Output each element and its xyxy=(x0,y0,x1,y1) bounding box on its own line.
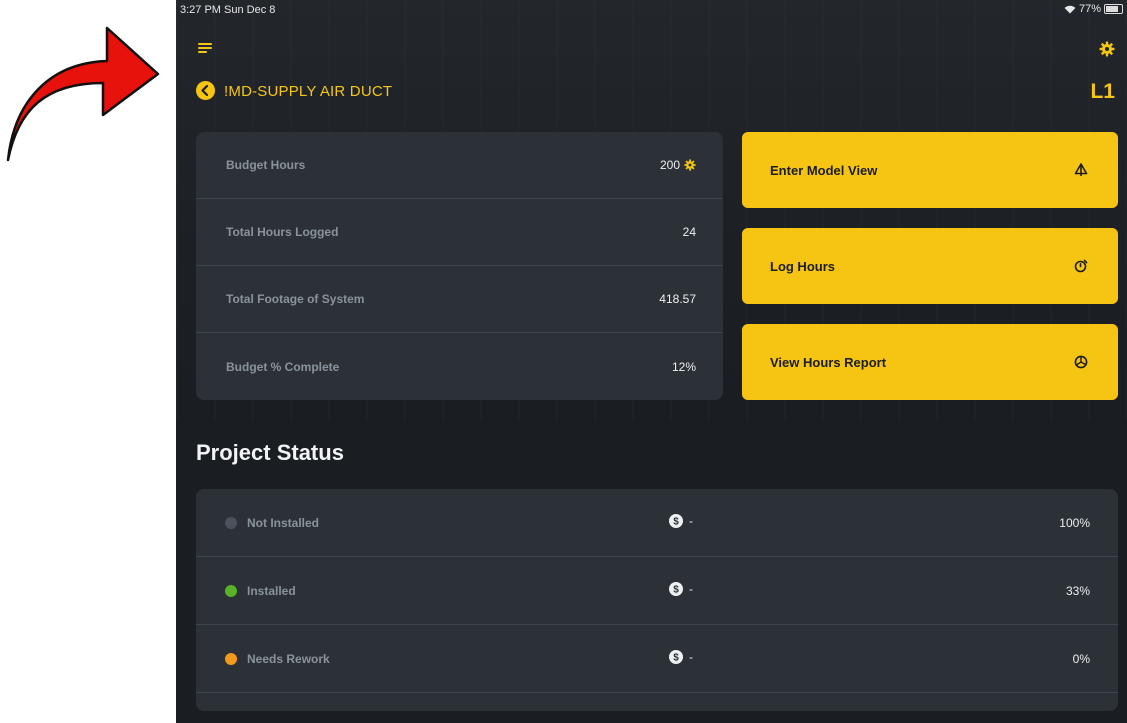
stat-label: Budget Hours xyxy=(226,158,306,172)
stat-budget-complete: Budget % Complete 12% xyxy=(196,333,723,400)
enter-model-view-button[interactable]: Enter Model View xyxy=(742,132,1118,208)
status-time: 3:27 PM Sun Dec 8 xyxy=(180,4,276,16)
status-percent: 33% xyxy=(1065,584,1090,598)
project-status-card: Not Installed $ - 100% Installed $ - 33% xyxy=(196,489,1118,711)
svg-text:$: $ xyxy=(673,653,679,664)
status-indicators: 77% xyxy=(1064,3,1123,15)
button-label: View Hours Report xyxy=(770,354,887,370)
level-badge: L1 xyxy=(1090,80,1115,103)
model-view-icon xyxy=(1074,163,1088,176)
status-label: Installed xyxy=(247,584,296,598)
battery-icon xyxy=(1104,4,1123,14)
status-label: Not Installed xyxy=(247,516,320,530)
stat-label: Total Hours Logged xyxy=(226,225,339,239)
dollar-icon: $ xyxy=(669,514,683,528)
stat-budget-hours: Budget Hours 200 xyxy=(196,132,723,199)
budget-hours-value: 200 xyxy=(659,158,680,172)
status-cost: $ - xyxy=(669,650,693,664)
edit-budget-gear-icon[interactable] xyxy=(684,159,696,171)
stat-label: Budget % Complete xyxy=(226,359,340,374)
wifi-icon xyxy=(1064,5,1076,13)
stat-label: Total Footage of System xyxy=(226,292,365,306)
cost-value: - xyxy=(689,650,693,664)
report-chart-icon xyxy=(1074,355,1088,369)
status-percent: 100% xyxy=(1059,516,1090,530)
app-screen: 3:27 PM Sun Dec 8 77% !MD-SUPPLY AIR DUC… xyxy=(176,0,1127,723)
battery-percent: 77% xyxy=(1078,3,1101,15)
stat-value: 24 xyxy=(682,225,696,239)
button-label: Log Hours xyxy=(770,258,835,274)
cost-value: - xyxy=(689,514,693,528)
stat-value: 418.57 xyxy=(659,292,696,306)
button-label: Enter Model View xyxy=(770,162,878,178)
log-hours-button[interactable]: Log Hours xyxy=(742,228,1118,304)
status-row-installed[interactable]: Installed $ - 33% xyxy=(196,557,1118,625)
status-dot-orange-icon xyxy=(225,653,237,665)
dollar-icon: $ xyxy=(669,582,683,596)
project-status-title: Project Status xyxy=(196,440,344,465)
status-dot-green-icon xyxy=(225,585,237,597)
budget-stats-card: Budget Hours 200 Total Hours Logged 24 T… xyxy=(196,132,723,400)
stat-value: 200 xyxy=(660,158,696,172)
gear-icon[interactable] xyxy=(1099,41,1115,57)
stat-total-footage: Total Footage of System 418.57 xyxy=(196,266,723,333)
title-bar: !MD-SUPPLY AIR DUCT L1 xyxy=(176,76,1127,106)
view-hours-report-button[interactable]: View Hours Report xyxy=(742,324,1118,400)
annotation-arrow xyxy=(6,26,160,162)
status-percent: 0% xyxy=(1072,652,1090,666)
status-dot-gray-icon xyxy=(225,517,237,529)
page-title: !MD-SUPPLY AIR DUCT xyxy=(224,83,393,100)
status-bar: 3:27 PM Sun Dec 8 77% xyxy=(176,0,1127,20)
timer-icon xyxy=(1074,259,1088,273)
svg-text:$: $ xyxy=(673,517,679,528)
status-row-needs-rework[interactable]: Needs Rework $ - 0% xyxy=(196,625,1118,693)
menu-icon[interactable] xyxy=(198,42,212,54)
back-icon[interactable] xyxy=(196,81,215,100)
status-row-not-installed[interactable]: Not Installed $ - 100% xyxy=(196,489,1118,557)
stat-total-hours-logged: Total Hours Logged 24 xyxy=(196,199,723,266)
cost-value: - xyxy=(689,582,693,596)
status-cost: $ - xyxy=(669,514,693,528)
stat-value: 12% xyxy=(671,359,696,374)
svg-text:$: $ xyxy=(673,585,679,596)
status-label: Needs Rework xyxy=(247,652,330,666)
status-cost: $ - xyxy=(669,582,693,596)
dollar-icon: $ xyxy=(669,650,683,664)
